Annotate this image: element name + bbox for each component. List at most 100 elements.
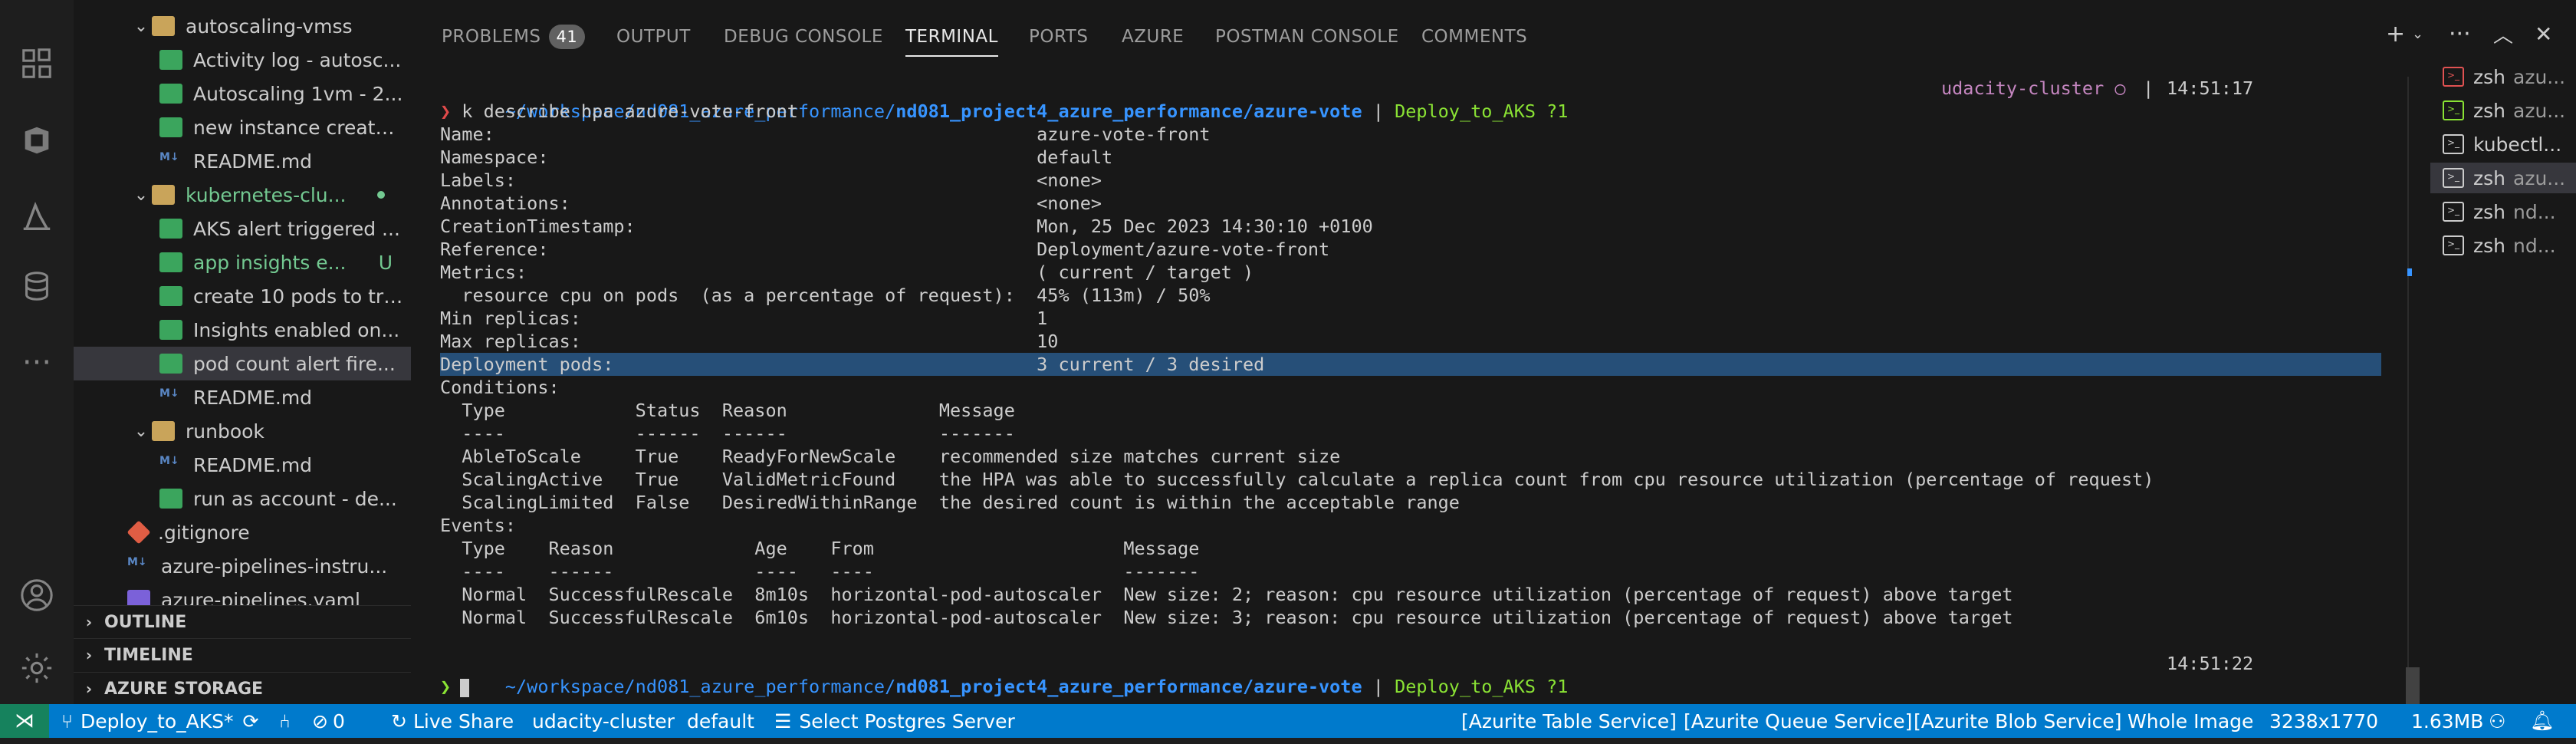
tree-file[interactable]: AKS alert triggered ... xyxy=(74,212,411,245)
chevron-down-icon[interactable]: ⌄ xyxy=(2412,18,2423,49)
tree-file[interactable]: M↓ README.md xyxy=(74,380,411,414)
prompt-arrow-icon: ❯ xyxy=(440,676,452,697)
terminal-instance[interactable]: >_ zsh azu... xyxy=(2430,163,2576,193)
terminal-instance[interactable]: >_ zsh nd... xyxy=(2430,196,2576,227)
command-text: k describe hpa azure-vote-front xyxy=(451,100,798,122)
terminal-instance[interactable]: >_ kubectl... xyxy=(2430,129,2576,160)
terminal-instance[interactable]: >_ zsh azu... xyxy=(2430,61,2576,92)
image-mode-status[interactable]: Whole Image xyxy=(2128,704,2253,738)
tree-file[interactable]: new instance create... xyxy=(74,110,411,144)
tree-item-label: create 10 pods to tri... xyxy=(193,285,403,308)
cursor xyxy=(460,678,470,697)
terminal-panel: PROBLEMS 41 OUTPUT DEBUG CONSOLE TERMINA… xyxy=(411,0,2576,704)
outline-section[interactable]: › OUTLINE xyxy=(74,605,411,638)
postgres-label: Select Postgres Server xyxy=(799,709,1015,732)
tree-file[interactable]: run as account - de... xyxy=(74,482,411,515)
git-branch-status[interactable]: ⑂ Deploy_to_AKS* ⟳ xyxy=(61,704,258,738)
image-mode-label: Whole Image xyxy=(2128,709,2254,732)
chevron-right-icon: › xyxy=(85,646,93,664)
terminal-line: Min replicas: 1 xyxy=(440,308,1048,329)
tree-file[interactable]: .gitignore xyxy=(74,515,411,549)
tree-file[interactable]: Insights enabled on... xyxy=(74,313,411,347)
live-share-icon: ↻ xyxy=(391,709,407,732)
postgres-server-button[interactable]: ☰ Select Postgres Server xyxy=(774,704,1015,738)
tree-folder[interactable]: ⌄ runbook xyxy=(74,414,411,448)
tab-comments[interactable]: COMMENTS xyxy=(1421,21,1527,52)
extensions-icon[interactable] xyxy=(15,42,58,85)
remote-indicator-icon[interactable]: ⋊ xyxy=(0,704,49,738)
terminal-scrollbar-track[interactable] xyxy=(2407,77,2409,667)
terminal-instance[interactable]: >_ zsh nd... xyxy=(2430,230,2576,261)
tree-file[interactable]: create 10 pods to tri... xyxy=(74,279,411,313)
prompt-branch: Deploy_to_AKS ?1 xyxy=(1395,676,1569,697)
terminal-subtitle: azu... xyxy=(2513,166,2566,189)
azurite-table-button[interactable]: [Azurite Table Service] xyxy=(1461,704,1677,738)
activity-bar: ··· xyxy=(0,0,74,704)
image-dimensions-label: 3238x1770 xyxy=(2269,709,2379,732)
tree-file[interactable]: Autoscaling 1vm - 2... xyxy=(74,77,411,110)
tree-file[interactable]: Activity log - autosc... xyxy=(74,43,411,77)
tab-problems[interactable]: PROBLEMS 41 xyxy=(442,21,586,52)
prompt-cluster: udacity-cluster ○ xyxy=(1941,77,2126,99)
tab-output[interactable]: OUTPUT xyxy=(616,21,691,52)
settings-gear-icon[interactable] xyxy=(15,647,58,690)
terminal-scrollbar-thumb[interactable] xyxy=(2406,667,2420,704)
tab-azure[interactable]: AZURE xyxy=(1122,21,1184,52)
terminal-instance[interactable]: >_ zsh azu... xyxy=(2430,95,2576,126)
image-size-status: 1.63MB xyxy=(2411,704,2483,738)
tree-file[interactable]: pod count alert fire... xyxy=(74,347,411,380)
account-icon[interactable] xyxy=(15,574,58,617)
copilot-icon[interactable]: ⚇ xyxy=(2489,704,2505,738)
terminal-name: kubectl... xyxy=(2473,133,2562,156)
terminal-name: zsh xyxy=(2473,99,2505,122)
tab-ports[interactable]: PORTS xyxy=(1029,21,1088,52)
tab-debug-console[interactable]: DEBUG CONSOLE xyxy=(724,21,883,52)
tab-postman-console[interactable]: POSTMAN CONSOLE xyxy=(1215,21,1399,52)
folder-icon xyxy=(152,16,175,36)
folder-icon xyxy=(152,185,175,205)
tree-file[interactable]: M↓ README.md xyxy=(74,448,411,482)
timeline-section[interactable]: › TIMELINE xyxy=(74,638,411,671)
notifications-bell-icon[interactable]: 🔔︎ xyxy=(2530,704,2555,738)
markdown-icon: M↓ xyxy=(159,387,179,400)
terminal-line: ScalingLimited False DesiredWithinRange … xyxy=(440,492,1460,513)
terminal-output[interactable]: ~/workspace/nd081_azure_performance/nd08… xyxy=(440,77,2381,704)
database-icon[interactable] xyxy=(15,265,58,308)
input-line[interactable]: ❯ xyxy=(440,675,470,698)
plus-icon[interactable]: + xyxy=(2386,18,2405,49)
tree-folder[interactable]: ⌄ autoscaling-vmss xyxy=(74,9,411,43)
terminal-line: Annotations: <none> xyxy=(440,193,1102,214)
more-icon[interactable]: ··· xyxy=(2449,18,2471,49)
terminal-subtitle: azu... xyxy=(2513,65,2566,88)
azure-icon[interactable] xyxy=(15,196,58,239)
kube-cluster-status[interactable]: udacity-cluster xyxy=(532,704,675,738)
close-icon[interactable]: ✕ xyxy=(2535,18,2552,49)
explorer-sidebar: ⌄ autoscaling-vmss Activity log - autosc..… xyxy=(74,0,411,704)
image-file-icon xyxy=(159,286,182,306)
markdown-icon: M↓ xyxy=(159,455,179,467)
tree-folder[interactable]: ⌄ kubernetes-clu... xyxy=(74,178,411,212)
maximize-icon[interactable]: ︿ xyxy=(2493,18,2513,49)
kube-namespace-status[interactable]: default xyxy=(687,704,754,738)
azurite-table-label: [Azurite Table Service] xyxy=(1461,709,1677,732)
terminal-line: Labels: <none> xyxy=(440,170,1102,191)
tree-file[interactable]: M↓ azure-pipelines-instru... xyxy=(74,549,411,583)
tree-file[interactable]: M↓ README.md xyxy=(74,144,411,178)
terminal-line: Normal SuccessfulRescale 8m10s horizonta… xyxy=(440,584,2013,605)
prompt-separator: | xyxy=(1362,100,1395,122)
live-share-button[interactable]: ↻ Live Share xyxy=(391,704,514,738)
more-icon[interactable]: ··· xyxy=(15,341,58,384)
problems-status[interactable]: ⑃ ⊘ 0 xyxy=(279,704,345,738)
timeline-label: TIMELINE xyxy=(104,645,193,665)
terminal-icon: >_ xyxy=(2443,67,2464,87)
image-file-icon xyxy=(159,252,182,272)
image-dimensions-status: 3238x1770 xyxy=(2269,704,2378,738)
prompt-separator: | xyxy=(1362,676,1395,697)
tree-file[interactable]: app insights e... U xyxy=(74,245,411,279)
azurite-blob-button[interactable]: [Azurite Blob Service] xyxy=(1914,704,2122,738)
azure-devops-icon[interactable] xyxy=(15,119,58,162)
tab-terminal[interactable]: TERMINAL xyxy=(905,21,998,57)
azure-storage-section[interactable]: › AZURE STORAGE xyxy=(74,672,411,704)
tree-item-label: new instance create... xyxy=(193,116,403,139)
azurite-queue-button[interactable]: [Azurite Queue Service] xyxy=(1684,704,1912,738)
